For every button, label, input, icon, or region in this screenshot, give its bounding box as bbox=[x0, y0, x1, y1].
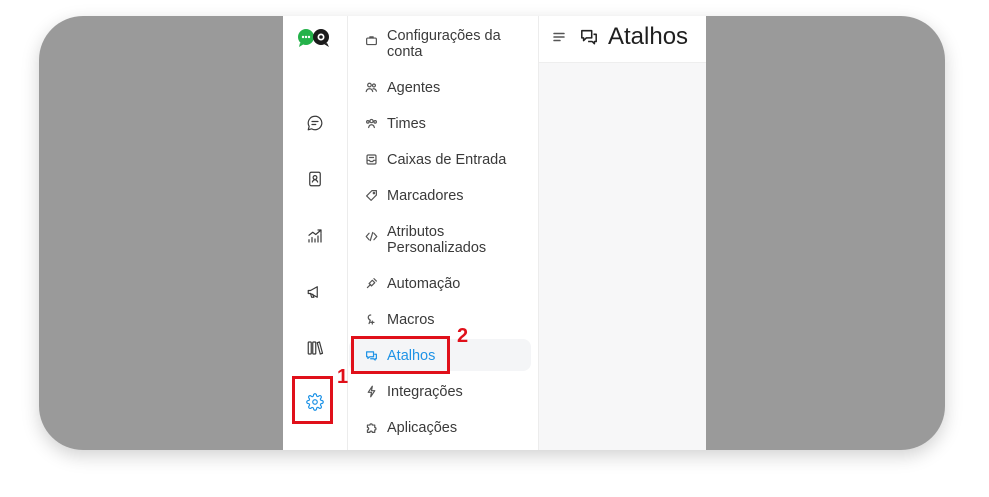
annotation-box-step-1 bbox=[292, 376, 333, 424]
menu-item-agents[interactable]: Agentes bbox=[365, 80, 540, 96]
menu-item-macros[interactable]: Macros bbox=[365, 312, 540, 328]
macro-icon bbox=[365, 313, 379, 327]
reports-icon[interactable] bbox=[301, 222, 329, 250]
menu-item-label: Macros bbox=[387, 312, 435, 328]
menu-item-automation[interactable]: Automação bbox=[365, 276, 540, 292]
menu-item-label: Times bbox=[387, 116, 426, 132]
menu-item-label: Atributos Personalizados bbox=[387, 224, 487, 256]
team-icon bbox=[365, 117, 379, 131]
page-header: Atalhos bbox=[539, 16, 706, 63]
screenshot-frame: Configurações da conta Agentes Times Cai… bbox=[39, 16, 945, 450]
menu-item-custom-attributes[interactable]: Atributos Personalizados bbox=[365, 224, 540, 256]
app-logo bbox=[297, 28, 333, 48]
conversations-icon[interactable] bbox=[301, 109, 329, 137]
menu-item-inboxes[interactable]: Caixas de Entrada bbox=[365, 152, 540, 168]
menu-item-teams[interactable]: Times bbox=[365, 116, 540, 132]
page-title: Atalhos bbox=[608, 23, 689, 50]
main-content: Atalhos bbox=[539, 16, 706, 450]
people-icon bbox=[365, 81, 379, 95]
menu-item-applications[interactable]: Aplicações bbox=[365, 420, 540, 436]
annotation-box-step-2 bbox=[351, 336, 450, 374]
tag-icon bbox=[365, 189, 379, 203]
briefcase-icon bbox=[365, 34, 379, 48]
chat-bubbles-icon bbox=[580, 28, 600, 48]
menu-toggle-icon[interactable] bbox=[552, 30, 566, 44]
lightning-icon bbox=[365, 385, 379, 399]
puzzle-icon bbox=[365, 421, 379, 435]
inbox-icon bbox=[365, 153, 379, 167]
menu-item-label: Integrações bbox=[387, 384, 463, 400]
menu-item-label: Agentes bbox=[387, 80, 441, 96]
campaigns-icon[interactable] bbox=[301, 278, 329, 306]
code-icon bbox=[365, 230, 379, 244]
menu-item-labels[interactable]: Marcadores bbox=[365, 188, 540, 204]
menu-item-integrations[interactable]: Integrações bbox=[365, 384, 540, 400]
menu-item-label: Marcadores bbox=[387, 188, 464, 204]
menu-item-label: Automação bbox=[387, 276, 461, 292]
menu-item-label: Configurações da conta bbox=[387, 28, 501, 60]
menu-item-account-settings[interactable]: Configurações da conta bbox=[365, 28, 540, 60]
menu-item-label: Aplicações bbox=[387, 420, 458, 436]
contacts-icon[interactable] bbox=[301, 165, 329, 193]
annotation-number-2: 2 bbox=[457, 325, 469, 347]
annotation-number-1: 1 bbox=[337, 366, 349, 388]
menu-item-label: Caixas de Entrada bbox=[387, 152, 507, 168]
automation-icon bbox=[365, 277, 379, 291]
library-icon[interactable] bbox=[301, 334, 329, 362]
